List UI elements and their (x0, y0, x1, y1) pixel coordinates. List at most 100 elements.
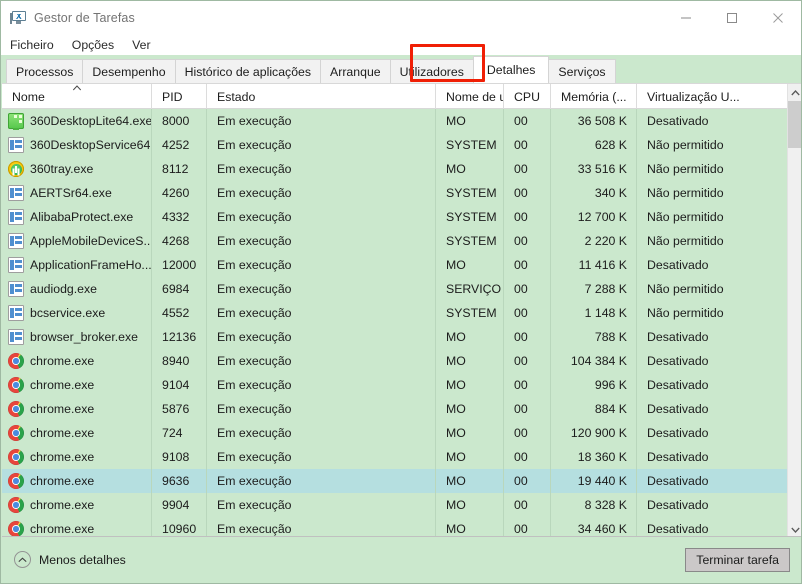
footer-bar: Menos detalhes Terminar tarefa (2, 536, 801, 582)
cell-nome: chrome.exe (2, 373, 152, 397)
table-row[interactable]: chrome.exe 5876 Em execução MO 00 884 K Desati… (2, 397, 787, 421)
cell-nome-label: chrome.exe (30, 522, 95, 536)
cell-estado: Em execução (207, 205, 436, 229)
cell-nome-label: browser_broker.exe (30, 330, 138, 344)
cell-memoria: 12 700 K (551, 205, 637, 229)
column-header-estado[interactable]: Estado (207, 84, 436, 109)
tab-detalhes[interactable]: Detalhes (472, 56, 550, 83)
table-row[interactable]: AlibabaProtect.exe 4332 Em execução SYSTEM 0… (2, 205, 787, 229)
table-row[interactable]: chrome.exe 9904 Em execução MO 00 8 328 K Desa… (2, 493, 787, 517)
360tray-icon (8, 161, 24, 177)
menu-item-ver[interactable]: Ver (132, 38, 150, 52)
cell-cpu: 00 (504, 445, 551, 469)
tab-desempenho[interactable]: Desempenho (82, 59, 176, 83)
cell-nome: chrome.exe (2, 421, 152, 445)
table-row[interactable]: chrome.exe 9636 Em execução MO 00 19 440 K Des… (2, 469, 787, 493)
tab-servicos[interactable]: Serviços (548, 59, 616, 83)
cell-nome-de-utilizador: MO (436, 445, 504, 469)
cell-virtualizacao: Não permitido (647, 186, 724, 200)
cell-cpu: 00 (504, 301, 551, 325)
cell-nome-de-utilizador: MO (436, 493, 504, 517)
column-header-nome-de-utilizador[interactable]: Nome de u... (436, 84, 504, 109)
minimize-button[interactable] (663, 1, 709, 34)
cell-estado: Em execução (207, 493, 436, 517)
table-header-row: Nome PID Estado Nome de u... CPU Memória… (2, 84, 787, 109)
cell-virtualizacao: Desativado (647, 402, 709, 416)
cell-memoria: 11 416 K (551, 253, 637, 277)
chevron-up-circle-icon (14, 551, 31, 568)
cell-cpu: 00 (504, 421, 551, 445)
close-button[interactable] (755, 1, 801, 34)
table-row[interactable]: chrome.exe 724 Em execução MO 00 120 900 K Des… (2, 421, 787, 445)
table-row[interactable]: chrome.exe 9108 Em execução MO 00 18 360 K Des… (2, 445, 787, 469)
cell-nome: browser_broker.exe (2, 325, 152, 349)
cell-memoria: 340 K (551, 181, 637, 205)
menu-item-ficheiro[interactable]: Ficheiro (10, 38, 54, 52)
cell-pid: 4268 (152, 229, 207, 253)
vertical-scrollbar[interactable] (787, 84, 801, 537)
cell-nome-de-utilizador: SYSTEM (436, 229, 504, 253)
window-icon (8, 305, 24, 321)
cell-cpu: 00 (504, 397, 551, 421)
table-row[interactable]: 360tray.exe 8112 Em execução MO 00 33 516 K Nã… (2, 157, 787, 181)
task-manager-window: Gestor de Tarefas Ficheiro Opções Ver Pr… (0, 0, 802, 584)
cell-pid: 12000 (152, 253, 207, 277)
tab-historico-de-aplicacoes[interactable]: Histórico de aplicações (174, 59, 322, 83)
scroll-down-button[interactable] (788, 521, 801, 537)
tab-utilizadores[interactable]: Utilizadores (389, 59, 474, 83)
cell-estado: Em execução (207, 349, 436, 373)
cell-memoria: 18 360 K (551, 445, 637, 469)
maximize-button[interactable] (709, 1, 755, 34)
cell-estado: Em execução (207, 301, 436, 325)
cell-cpu: 00 (504, 181, 551, 205)
table-row[interactable]: chrome.exe 8940 Em execução MO 00 104 384 K De… (2, 349, 787, 373)
column-header-cpu[interactable]: CPU (504, 84, 551, 109)
cell-cpu: 00 (504, 325, 551, 349)
cell-estado: Em execução (207, 229, 436, 253)
table-row[interactable]: ApplicationFrameHo... 12000 Em execução MO 0… (2, 253, 787, 277)
table-row[interactable]: chrome.exe 10960 Em execução MO 00 34 460 K De… (2, 517, 787, 537)
cell-nome-de-utilizador: SYSTEM (436, 205, 504, 229)
scroll-up-button[interactable] (788, 84, 801, 101)
cell-pid: 12136 (152, 325, 207, 349)
scrollbar-thumb[interactable] (788, 101, 801, 148)
cell-nome-label: chrome.exe (30, 498, 95, 512)
menu-item-opcoes[interactable]: Opções (72, 38, 114, 52)
table-row[interactable]: AppleMobileDeviceS... 4268 Em execução SYST… (2, 229, 787, 253)
table-row[interactable]: chrome.exe 9104 Em execução MO 00 996 K Desati… (2, 373, 787, 397)
tab-arranque[interactable]: Arranque (320, 59, 391, 83)
tab-processos[interactable]: Processos (6, 59, 84, 83)
cell-memoria: 2 220 K (551, 229, 637, 253)
column-header-nome[interactable]: Nome (2, 84, 152, 109)
cell-memoria: 884 K (551, 397, 637, 421)
table-row[interactable]: bcservice.exe 4552 Em execução SYSTEM 00 1 14… (2, 301, 787, 325)
column-header-pid[interactable]: PID (152, 84, 207, 109)
less-details-button[interactable]: Menos detalhes (14, 551, 126, 568)
cell-pid: 9904 (152, 493, 207, 517)
details-table: Nome PID Estado Nome de u... CPU Memória… (2, 83, 801, 537)
column-header-memoria[interactable]: Memória (... (551, 84, 637, 109)
cell-nome-label: chrome.exe (30, 426, 95, 440)
table-row[interactable]: 360DesktopLite64.exe 8000 Em execução MO 00 3… (2, 109, 787, 133)
table-row[interactable]: 360DesktopService64... 4252 Em execução SYS… (2, 133, 787, 157)
cell-nome: chrome.exe (2, 349, 152, 373)
column-header-virtualizacao[interactable]: Virtualização U... (637, 84, 787, 109)
window-icon (8, 137, 24, 153)
end-task-button[interactable]: Terminar tarefa (685, 547, 790, 572)
cell-nome: chrome.exe (2, 397, 152, 421)
table-row[interactable]: browser_broker.exe 12136 Em execução MO 00 78… (2, 325, 787, 349)
cell-nome: AlibabaProtect.exe (2, 205, 152, 229)
cell-cpu: 00 (504, 517, 551, 537)
cell-nome-label: audiodg.exe (30, 282, 98, 296)
table-row[interactable]: AERTSr64.exe 4260 Em execução SYSTEM 00 340 K… (2, 181, 787, 205)
cell-nome-label: chrome.exe (30, 402, 95, 416)
cell-pid: 5876 (152, 397, 207, 421)
cell-virtualizacao: Desativado (647, 330, 709, 344)
cell-nome-de-utilizador: MO (436, 253, 504, 277)
cell-nome: chrome.exe (2, 445, 152, 469)
window-icon (8, 185, 24, 201)
cell-virtualizacao: Desativado (647, 378, 709, 392)
cell-nome-de-utilizador: SERVIÇO L... (436, 277, 504, 301)
cell-memoria: 996 K (551, 373, 637, 397)
table-row[interactable]: audiodg.exe 6984Em execuçãoSERVIÇO L...00… (2, 277, 787, 301)
